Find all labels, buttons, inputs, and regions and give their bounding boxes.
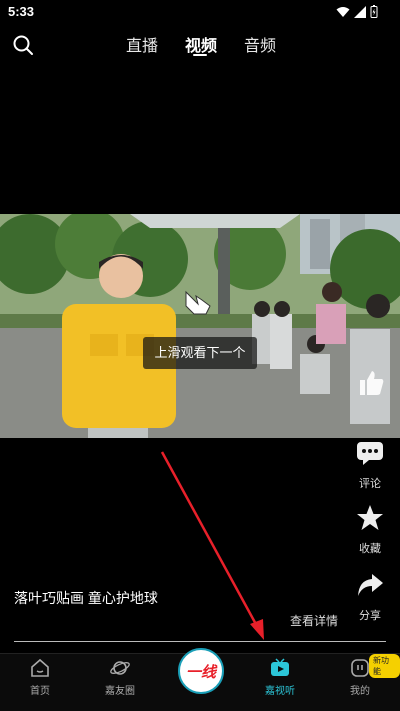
nav-watch-listen-label: 嘉视听 <box>265 686 295 697</box>
tab-live[interactable]: 直播 <box>126 32 158 56</box>
home-icon <box>31 658 49 677</box>
status-bar: 5:33 <box>0 0 400 24</box>
top-tab-bar: 直播 视频 音频 <box>0 32 400 58</box>
planet-icon <box>110 661 130 675</box>
comment-icon <box>357 442 383 465</box>
tv-play-icon <box>271 658 289 676</box>
video-player[interactable]: 上滑观看下一个 <box>0 214 400 438</box>
comment-label: 评论 <box>359 478 381 490</box>
profile-icon <box>351 659 369 677</box>
search-icon[interactable] <box>12 34 34 56</box>
detail-link[interactable]: 查看详情 <box>290 612 338 629</box>
nav-home-label: 首页 <box>30 686 50 697</box>
share-icon <box>358 574 383 596</box>
share-label: 分享 <box>359 610 381 622</box>
favorite-label: 收藏 <box>359 543 381 555</box>
battery-icon <box>370 5 378 18</box>
new-feature-badge: 新功能 <box>369 654 400 678</box>
share-button[interactable]: 分享 <box>350 572 390 623</box>
nav-home[interactable]: 首页 <box>10 658 70 697</box>
video-title: 落叶巧贴画 童心护地球 <box>14 590 158 606</box>
swipe-hint: 上滑观看下一个 <box>143 337 257 369</box>
nav-watch-listen[interactable]: 嘉视听 <box>250 658 310 697</box>
progress-bar[interactable] <box>14 641 386 642</box>
comment-button[interactable]: 评论 <box>350 440 390 491</box>
tab-audio[interactable]: 音频 <box>244 32 276 56</box>
like-icon[interactable] <box>356 368 386 398</box>
swipe-hand-icon <box>185 290 211 315</box>
status-icons <box>336 5 378 18</box>
nav-friends-label: 嘉友圈 <box>105 686 135 697</box>
bottom-nav: 首页 嘉友圈 一线 嘉视听 我的 新功能 <box>0 648 400 711</box>
status-time: 5:33 <box>8 4 35 19</box>
star-icon <box>357 505 383 530</box>
wifi-icon <box>336 6 350 17</box>
center-logo-text: 一线 <box>185 663 216 681</box>
favorite-button[interactable]: 收藏 <box>350 504 390 556</box>
video-scene <box>0 214 400 438</box>
active-tab-indicator <box>193 54 207 56</box>
nav-friends[interactable]: 嘉友圈 <box>90 658 150 697</box>
tab-video[interactable]: 视频 <box>185 32 217 56</box>
center-logo-button[interactable]: 一线 <box>178 648 224 694</box>
nav-mine-label: 我的 <box>350 686 370 697</box>
signal-icon <box>354 5 366 18</box>
